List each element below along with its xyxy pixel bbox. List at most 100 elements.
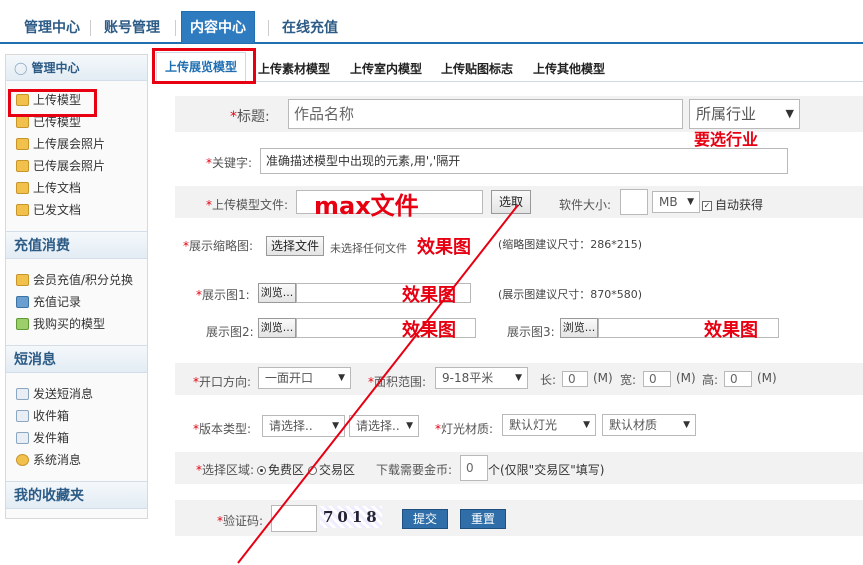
annotation-highlight-box [152,48,256,84]
display-image-2-label: 展示图2: [206,325,254,339]
download-coins-label: 下载需要金币: [376,463,453,477]
pencil-icon [16,182,29,194]
annotation-effect-image: 效果图 [402,285,456,306]
checkbox-checked-icon: ✓ [702,200,712,211]
sidebar-item-sent-documents[interactable]: 已发文档 [6,199,147,221]
browse-button-2[interactable]: 浏览... [258,318,296,338]
radio-icon [308,466,317,475]
sidebar-item-outbox[interactable]: 发件箱 [6,427,147,449]
captcha-image[interactable]: 7018 [320,506,382,528]
sidebar-item-label: 会员充值/积分兑换 [33,273,134,287]
sidebar-item-send-message[interactable]: 发送短消息 [6,383,147,405]
subtab-upload-interior-model[interactable]: 上传室内模型 [350,60,422,77]
tab-online-recharge[interactable]: 在线充值 [274,13,346,43]
submit-button[interactable]: 提交 [402,509,448,529]
version-type-select-1[interactable]: 请选择.. ▼ [262,415,345,437]
height-unit: (M) [757,371,777,385]
sidebar-item-member-recharge[interactable]: 会员充值/积分兑换 [6,269,147,291]
width-input[interactable]: 0 [643,371,671,387]
pencil-icon [16,138,29,150]
chevron-down-icon: ▼ [683,420,690,430]
subtab-upload-texture-logo[interactable]: 上传贴图标志 [441,60,513,77]
sidebar-item-recharge-records[interactable]: 充值记录 [6,291,147,313]
keywords-input[interactable]: 准确描述模型中出现的元素,用','隔开 [260,148,788,174]
annotation-effect-image: 效果图 [704,320,758,341]
bulb-icon [16,454,29,466]
tab-content-center[interactable]: 内容中心 [181,11,255,44]
annotation-max-file: max文件 [314,192,419,220]
version-type-label: *版本类型: [193,422,252,436]
size-unit-value: MB [659,195,678,209]
top-nav: 管理中心 账号管理 内容中心 在线充值 [0,0,863,44]
size-unit-select[interactable]: MB ▼ [652,191,700,213]
area-range-select[interactable]: 9-18平米 ▼ [435,367,528,389]
opening-direction-value: 一面开口 [265,371,314,385]
chevron-down-icon: ▼ [583,420,590,430]
sidebar-item-upload-expo-photos[interactable]: 上传展会照片 [6,133,147,155]
region-free-radio[interactable]: 免费区 [257,461,304,478]
version-type-value-1: 请选择.. [269,419,313,433]
download-coins-input[interactable]: 0 [460,455,488,481]
length-input[interactable]: 0 [562,371,588,387]
display-image-1-label: *展示图1: [196,288,250,302]
sidebar: ◯ 管理中心 上传模型 已传模型 上传展会照片 已传展会照片 上传文档 已发文档 … [5,54,148,519]
nav-divider [268,20,269,36]
material-value: 默认材质 [609,418,658,432]
material-select[interactable]: 默认材质 ▼ [602,414,696,436]
keywords-label: *关键字: [206,156,253,170]
chevron-down-icon: ▼ [406,421,413,431]
coins-icon [16,274,29,286]
sidebar-section-messages[interactable]: 短消息 [6,345,147,373]
title-input[interactable]: 作品名称 [288,99,683,129]
choose-file-button[interactable]: 选取 [491,190,531,214]
sidebar-section-favorites[interactable]: 我的收藏夹 [6,481,147,509]
tab-management-center[interactable]: 管理中心 [16,13,88,43]
sidebar-item-label: 上传展会照片 [33,137,106,151]
sidebar-head[interactable]: ◯ 管理中心 [6,55,147,81]
chevron-down-icon: ▼ [515,373,522,383]
auto-get-checkbox[interactable]: ✓ 自动获得 [702,196,763,213]
opening-direction-select[interactable]: 一面开口 ▼ [258,367,351,389]
captcha-input[interactable] [271,505,317,532]
industry-select[interactable]: 所属行业 ▼ [689,99,800,129]
subtab-upload-material-model[interactable]: 上传素材模型 [258,60,330,77]
region-label: *选择区域: [196,463,255,477]
subtab-upload-other-model[interactable]: 上传其他模型 [533,60,605,77]
file-size-label: 软件大小: [559,198,612,212]
sidebar-item-inbox[interactable]: 收件箱 [6,405,147,427]
annotation-highlight-box [8,89,97,117]
choose-thumbnail-button[interactable]: 选择文件 [266,236,324,256]
area-range-label: *面积范围: [368,375,427,389]
height-input[interactable]: 0 [724,371,752,387]
annotation-effect-image: 效果图 [417,237,471,258]
sidebar-item-upload-document[interactable]: 上传文档 [6,177,147,199]
sidebar-item-system-messages[interactable]: 系统消息 [6,449,147,471]
sidebar-item-uploaded-expo-photos[interactable]: 已传展会照片 [6,155,147,177]
download-coins-note: 个(仅限"交易区"填写) [488,463,605,477]
area-range-value: 9-18平米 [442,371,494,385]
version-type-value-2: 请选择.. [356,419,400,433]
file-size-input[interactable] [620,189,648,215]
industry-select-value: 所属行业 [696,105,757,123]
reset-button[interactable]: 重置 [460,509,506,529]
sidebar-item-purchased-models[interactable]: 我购买的模型 [6,313,147,335]
chevron-down-icon: ▼ [332,421,339,431]
tab-account-management[interactable]: 账号管理 [96,13,168,43]
region-trade-radio[interactable]: 交易区 [308,461,355,478]
sidebar-head-label: 管理中心 [31,61,80,75]
radio-selected-icon [257,466,266,475]
display-image-3-label: 展示图3: [507,325,555,339]
no-file-text: 未选择任何文件 [330,242,407,255]
chevron-down-icon: ▼ [687,197,694,207]
nav-divider [90,20,91,36]
sidebar-item-label: 我购买的模型 [33,317,106,331]
light-select[interactable]: 默认灯光 ▼ [502,414,596,436]
browse-button-3[interactable]: 浏览... [560,318,598,338]
sidebar-section-recharge[interactable]: 充值消费 [6,231,147,259]
width-unit: (M) [676,371,696,385]
browse-button-1[interactable]: 浏览... [258,283,296,303]
folder-icon [16,204,29,216]
version-type-select-2[interactable]: 请选择.. ▼ [349,415,419,437]
length-label: 长: [540,373,557,387]
cart-icon [16,318,29,330]
